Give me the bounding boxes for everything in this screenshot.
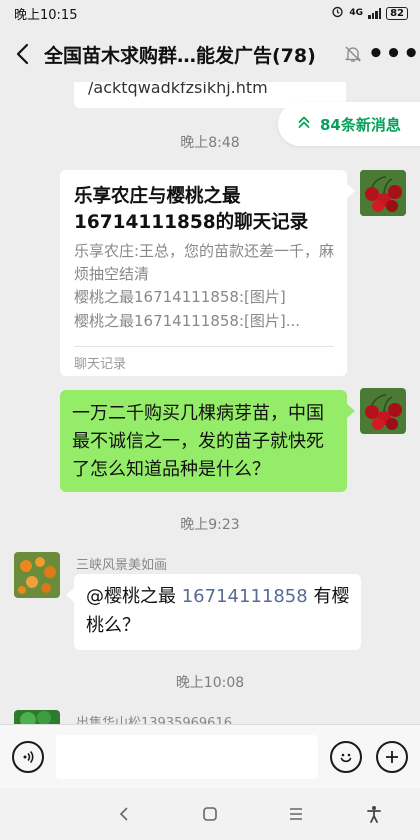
avatar-self[interactable]: [360, 388, 406, 434]
status-bar: 晚上10:15 4G 82: [0, 0, 420, 26]
network-label: 4G: [349, 8, 364, 18]
record-line-2: 樱桃之最16714111858:[图片]: [74, 288, 286, 306]
alarm-icon: [331, 5, 344, 21]
system-nav-bar: [0, 788, 420, 840]
sender-name: 三峡风景美如画: [76, 558, 168, 573]
record-divider: [74, 346, 334, 347]
chat-record-card[interactable]: 乐享农庄与樱桃之最16714111858的聊天记录 乐享农庄:王总，您的苗款还差…: [60, 170, 347, 376]
received-message-bubble[interactable]: @樱桃之最 16714111858 有樱桃么？: [74, 574, 361, 650]
mention-prefix: @樱桃之最: [86, 586, 176, 607]
input-bar: [0, 724, 420, 788]
bubble-tail: [347, 184, 355, 198]
record-line-3: 樱桃之最16714111858:[图片]...: [74, 312, 301, 330]
voice-icon[interactable]: [12, 741, 44, 773]
chat-header: 全国苗木求购群…能发广告(78) •••: [0, 26, 420, 82]
timestamp: 晚上9:23: [180, 517, 240, 533]
avatar-sender[interactable]: [14, 710, 60, 724]
battery-indicator: 82: [386, 6, 408, 20]
chat-title[interactable]: 全国苗木求购群…能发广告(78): [44, 41, 338, 68]
nav-back-icon[interactable]: [94, 788, 154, 840]
more-icon[interactable]: •••: [368, 26, 420, 82]
phone-link[interactable]: 16714111858: [182, 586, 308, 607]
double-chevron-up-icon: [298, 115, 310, 133]
sender-name: 出售华山松13935969616: [76, 716, 232, 724]
bell-off-icon: [338, 26, 368, 82]
accessibility-icon[interactable]: [344, 788, 404, 840]
plus-icon[interactable]: [376, 741, 408, 773]
timestamp: 晚上8:48: [180, 135, 240, 151]
record-footer: 聊天记录: [74, 357, 127, 372]
emoji-icon[interactable]: [330, 741, 362, 773]
chat-area[interactable]: /acktqwadkfzsikhj.htm 84条新消息 晚上8:48 乐享农庄…: [0, 82, 420, 724]
sent-message-bubble[interactable]: 一万二千购买几棵病芽苗，中国最不诚信之一，发的苗子就快死了怎么知道品种是什么？: [60, 390, 347, 492]
record-title: 乐享农庄与樱桃之最16714111858的聊天记录: [74, 186, 309, 233]
nav-menu-icon[interactable]: [266, 788, 326, 840]
avatar-self[interactable]: [360, 170, 406, 216]
nav-home-icon[interactable]: [180, 788, 240, 840]
signal-icon: [368, 7, 382, 19]
bubble-tail: [66, 588, 74, 602]
timestamp: 晚上10:08: [175, 675, 245, 691]
status-icons: 4G 82: [331, 5, 408, 21]
sent-message-text: 一万二千购买几棵病芽苗，中国最不诚信之一，发的苗子就快死了怎么知道品种是什么？: [72, 403, 324, 480]
bubble-tail: [347, 404, 355, 418]
message-input[interactable]: [56, 735, 318, 779]
link-text: /acktqwadkfzsikhj.htm: [88, 82, 268, 97]
received-message-text: @樱桃之最 16714111858 有樱桃么？: [86, 582, 352, 640]
record-line-1: 乐享农庄:王总，您的苗款还差一千，麻烦抽空结清: [74, 242, 335, 283]
back-arrow-icon[interactable]: [0, 26, 44, 82]
status-time: 晚上10:15: [14, 7, 78, 23]
avatar-sender[interactable]: [14, 552, 60, 598]
